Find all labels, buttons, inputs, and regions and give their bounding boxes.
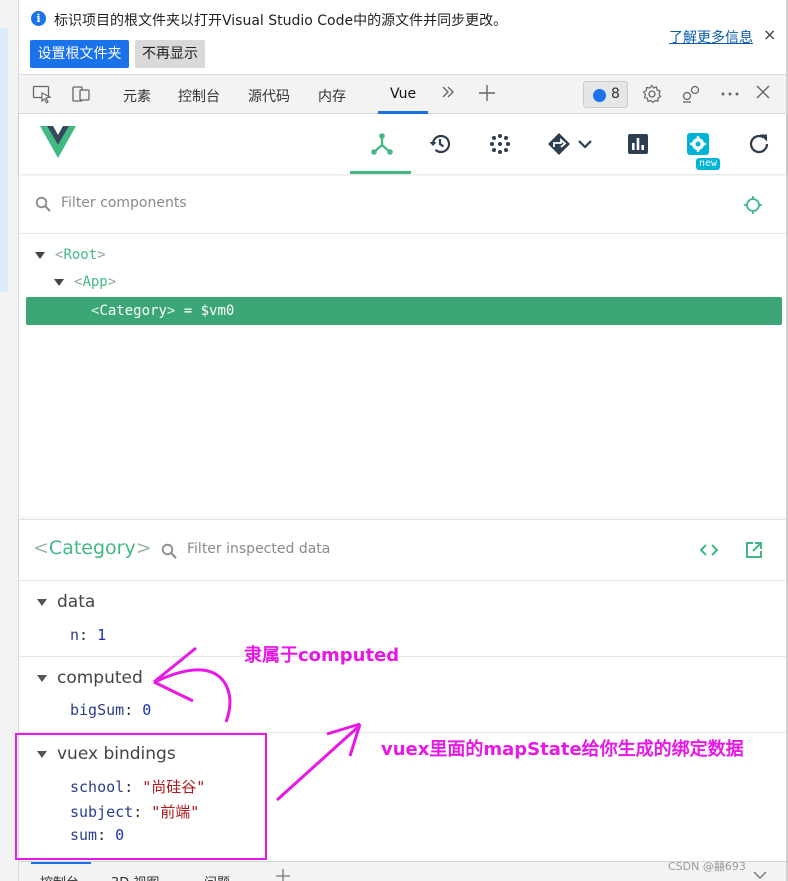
set-root-folder-button[interactable]: 设置根文件夹 — [30, 40, 129, 68]
inspected-component-title: <Category> — [33, 537, 152, 559]
tab-console[interactable]: 控制台 — [178, 86, 220, 106]
dots-grid-icon — [490, 134, 510, 154]
plugins-tab-button[interactable] — [471, 114, 527, 174]
info-message: 标识项目的根文件夹以打开Visual Studio Code中的源文件并同步更改… — [54, 13, 508, 29]
refresh-icon — [749, 134, 769, 154]
tab-elements[interactable]: 元素 — [123, 86, 151, 106]
messages-badge[interactable]: 8 — [583, 81, 628, 108]
timeline-tab-button[interactable] — [411, 114, 467, 174]
prop-row[interactable]: bigSum: 0 — [70, 701, 151, 719]
editor-highlight — [0, 28, 8, 292]
tree-node-app[interactable]: <App> — [54, 269, 116, 296]
learn-more-link[interactable]: 了解更多信息 — [669, 27, 753, 47]
tree-node-category-selected[interactable]: <Category> = $vm0 — [26, 297, 782, 325]
more-tabs-icon[interactable] — [437, 84, 459, 106]
select-component-target-icon[interactable] — [743, 195, 763, 215]
dont-show-again-button[interactable]: 不再显示 — [135, 40, 205, 68]
filter-inspected-data-input[interactable]: Filter inspected data — [187, 541, 330, 557]
chevron-down-icon[interactable] — [752, 870, 768, 881]
close-icon[interactable]: × — [763, 25, 776, 44]
tree-node-label: App — [82, 274, 108, 290]
history-icon — [429, 134, 451, 154]
inspect-element-icon[interactable] — [31, 84, 53, 106]
filter-components-bar[interactable]: Filter components — [19, 176, 786, 234]
open-in-editor-icon[interactable] — [744, 540, 764, 560]
drawer-active-indicator — [31, 862, 91, 864]
prop-row[interactable]: n: 1 — [70, 626, 106, 644]
refresh-button[interactable] — [730, 114, 786, 174]
routes-dropdown-button[interactable] — [530, 114, 600, 174]
message-icon — [593, 89, 606, 102]
new-badge: new — [696, 158, 721, 170]
connections-icon[interactable] — [680, 84, 702, 106]
annotation-computed-note: 隶属于computed — [244, 645, 400, 666]
message-count: 8 — [611, 86, 620, 102]
annotation-highlight-box — [15, 733, 267, 860]
tab-vue[interactable]: Vue — [390, 86, 416, 102]
more-options-icon[interactable] — [719, 84, 741, 106]
route-icon — [548, 133, 592, 155]
drawer-tab-console[interactable]: 控制台 — [40, 872, 79, 881]
info-bar: i 标识项目的根文件夹以打开Visual Studio Code中的源文件并同步… — [19, 0, 786, 74]
collapse-triangle-icon[interactable] — [37, 674, 47, 682]
inspector-section-data: data n: 1 — [19, 582, 786, 657]
inspector-header: <Category> Filter inspected data — [19, 519, 786, 581]
collapse-triangle-icon[interactable] — [35, 251, 45, 259]
code-icon[interactable] — [699, 540, 719, 560]
devtools-tab-bar: 元素 控制台 源代码 内存 Vue 8 — [19, 74, 786, 114]
info-icon: i — [31, 11, 46, 26]
tree-node-label: Category — [99, 303, 167, 319]
vue-logo-icon — [40, 126, 76, 162]
component-tree: <Root> <App> <Category> = $vm0 — [19, 236, 786, 516]
tree-node-label: Root — [63, 247, 98, 263]
drawer-tab-issues[interactable]: 问题 — [204, 872, 230, 881]
vue-active-indicator — [350, 171, 411, 174]
vue-settings-icon — [687, 133, 709, 155]
close-devtools-icon[interactable] — [752, 84, 774, 106]
vm-ref-label: = $vm0 — [183, 303, 235, 319]
section-header-data[interactable]: data — [37, 592, 95, 612]
components-tab-button[interactable] — [353, 114, 409, 174]
drawer-tab-3d-view[interactable]: 3D 视图 — [111, 872, 159, 881]
add-drawer-tab-icon[interactable] — [275, 868, 291, 881]
search-icon — [35, 196, 51, 212]
device-toolbar-icon[interactable] — [70, 84, 92, 106]
settings-gear-icon[interactable] — [641, 84, 663, 106]
tab-memory[interactable]: 内存 — [318, 86, 346, 106]
vue-devtools-toolbar: new — [19, 114, 786, 174]
tab-sources[interactable]: 源代码 — [248, 86, 290, 106]
add-tab-icon[interactable] — [476, 84, 498, 106]
filter-components-input[interactable]: Filter components — [61, 195, 187, 211]
inspector-section-computed: computed bigSum: 0 — [19, 658, 786, 733]
tree-node-root[interactable]: <Root> — [35, 242, 106, 269]
annotation-vuex-note: vuex里面的mapState给你生成的绑定数据 — [381, 739, 744, 760]
bar-chart-icon — [628, 134, 648, 154]
component-tree-icon — [371, 133, 393, 155]
performance-tab-button[interactable] — [609, 114, 665, 174]
watermark: CSDN @囍693 — [668, 860, 746, 873]
section-header-computed[interactable]: computed — [37, 668, 143, 688]
collapse-triangle-icon[interactable] — [54, 278, 64, 286]
collapse-triangle-icon[interactable] — [37, 598, 47, 606]
search-icon — [161, 543, 177, 559]
